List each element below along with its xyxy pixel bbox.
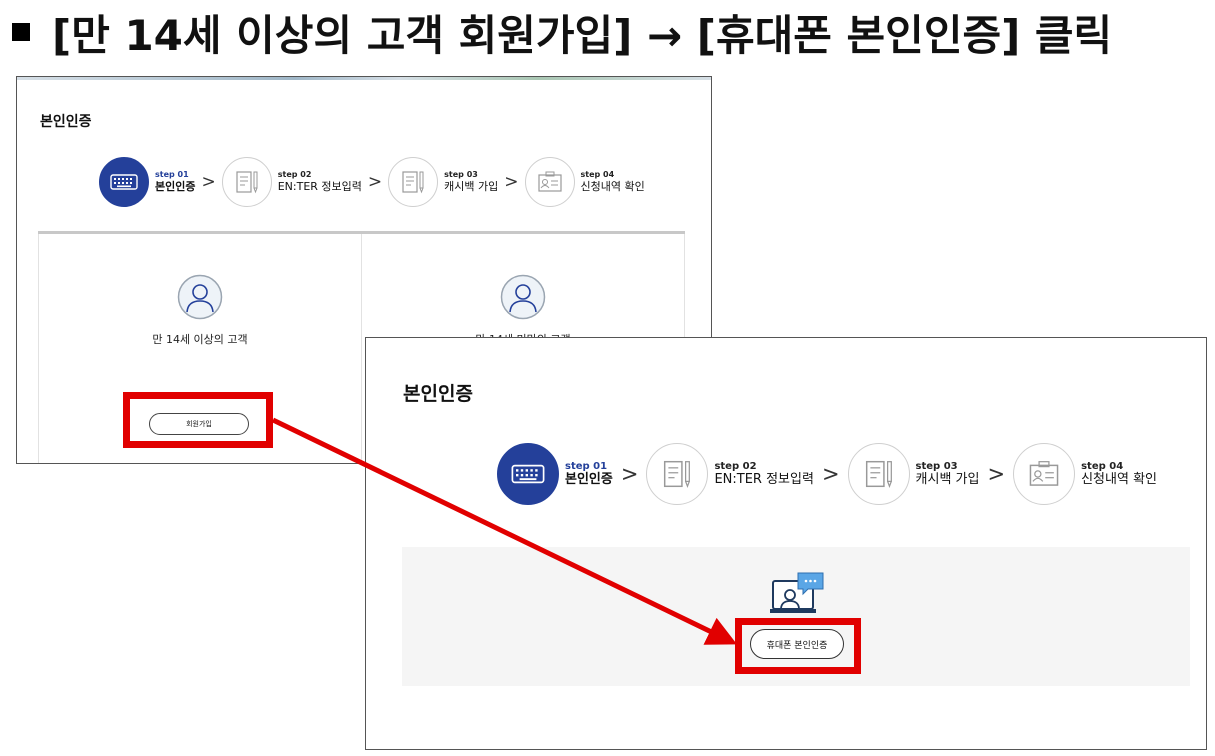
step-number: step 02 bbox=[277, 170, 312, 179]
step-name: EN:TER 정보입력 bbox=[277, 179, 362, 193]
chevron-right-icon: > bbox=[620, 462, 639, 486]
step-name: EN:TER 정보입력 bbox=[714, 471, 814, 487]
document-pen-icon bbox=[388, 157, 439, 207]
card-label: 만 14세 이상의 고객 bbox=[152, 333, 248, 346]
keyboard-icon bbox=[99, 157, 149, 207]
step-progress: step 01 본인인증 > step 02 EN:TER 정보입력 > step … bbox=[497, 443, 1157, 505]
keyboard-icon bbox=[497, 443, 559, 505]
step-name: 신청내역 확인 bbox=[1081, 471, 1157, 487]
id-card-icon bbox=[1013, 443, 1076, 505]
user-avatar-icon bbox=[177, 274, 223, 320]
step-name: 캐시백 가입 bbox=[915, 471, 980, 487]
document-pen-icon bbox=[221, 157, 272, 207]
step-1: step 01 본인인증 > bbox=[497, 443, 646, 505]
step-number: step 03 bbox=[915, 460, 958, 472]
bullet-square bbox=[12, 23, 30, 41]
highlight-signup-button bbox=[123, 392, 273, 448]
chevron-right-icon: > bbox=[367, 172, 383, 192]
chevron-right-icon: > bbox=[987, 462, 1006, 486]
step-progress: step 01 본인인증 > step 02 EN:TER 정보입력 > step … bbox=[99, 157, 645, 207]
user-avatar-icon bbox=[500, 274, 546, 320]
step-number: step 01 bbox=[565, 460, 608, 472]
step-3: step 03 캐시백 가입 > bbox=[388, 157, 524, 207]
instruction-text: [만 14세 이상의 고객 회원가입] → [휴대폰 본인인증] 클릭 bbox=[52, 10, 1113, 60]
step-name: 본인인증 bbox=[565, 471, 613, 487]
page-title: 본인인증 bbox=[403, 383, 473, 405]
chevron-right-icon: > bbox=[821, 462, 840, 486]
step-name: 본인인증 bbox=[155, 179, 196, 193]
step-name: 캐시백 가입 bbox=[444, 179, 499, 193]
chevron-right-icon: > bbox=[201, 172, 216, 192]
step-2: step 02 EN:TER 정보입력 > bbox=[221, 157, 388, 207]
step-1: step 01 본인인증 > bbox=[99, 157, 222, 207]
step-number: step 04 bbox=[1081, 460, 1124, 472]
step-number: step 01 bbox=[155, 170, 189, 179]
step-3: step 03 캐시백 가입 > bbox=[847, 443, 1014, 505]
step-number: step 03 bbox=[444, 170, 478, 179]
document-pen-icon bbox=[646, 443, 709, 505]
highlight-verification-button bbox=[735, 618, 861, 674]
step-2: step 02 EN:TER 정보입력 > bbox=[646, 443, 847, 505]
step-number: step 02 bbox=[714, 460, 757, 472]
id-card-icon bbox=[524, 157, 575, 207]
step-number: step 04 bbox=[580, 170, 615, 179]
document-pen-icon bbox=[847, 443, 910, 505]
banner-strip bbox=[17, 77, 711, 80]
step-4: step 04 신청내역 확인 bbox=[524, 157, 645, 207]
page-title: 본인인증 bbox=[40, 114, 92, 130]
screenshot-verification: 본인인증 step 01 본인인증 > step 02 EN:TER 정보입력 > … bbox=[365, 337, 1207, 750]
step-4: step 04 신청내역 확인 bbox=[1013, 443, 1157, 505]
instruction-heading: [만 14세 이상의 고객 회원가입] → [휴대폰 본인인증] 클릭 bbox=[8, 4, 1112, 60]
chevron-right-icon: > bbox=[504, 172, 519, 192]
monitor-chat-icon bbox=[770, 572, 824, 613]
step-name: 신청내역 확인 bbox=[580, 179, 645, 193]
